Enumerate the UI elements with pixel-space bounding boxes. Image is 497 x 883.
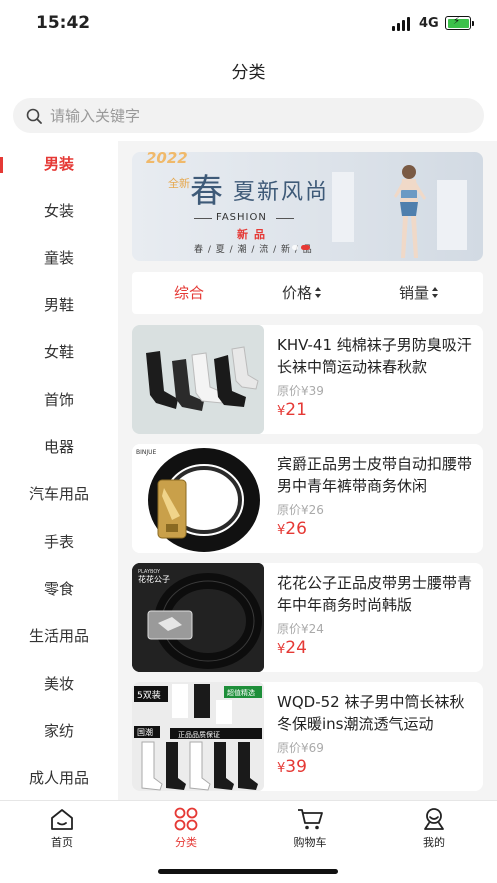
model-figure <box>394 165 426 258</box>
home-indicator <box>158 869 338 874</box>
tab-category[interactable]: 分类 <box>136 807 236 850</box>
product-price: ¥26 <box>277 519 307 539</box>
sidebar-item-beauty[interactable]: 美妆 <box>0 661 118 708</box>
product-image-socks-pack: 5双装 超值精选 国潮 正品品质保证 <box>132 682 264 791</box>
sidebar-item-kidswear[interactable]: 童装 <box>0 235 118 282</box>
product-title: 花花公子正品皮带男士腰带青年中年商务时尚韩版 <box>277 574 473 614</box>
sidebar-item-adult[interactable]: 成人用品 <box>0 755 118 802</box>
sidebar-item-womenswear[interactable]: 女装 <box>0 188 118 235</box>
cart-icon <box>298 809 323 830</box>
banner-new-label: 新品 <box>237 228 271 241</box>
belt-brand-text: 花花公子 <box>138 574 170 584</box>
sidebar-item-auto[interactable]: 汽车用品 <box>0 471 118 518</box>
banner-big-char: 春 <box>190 171 223 210</box>
sort-comprehensive[interactable]: 综合 <box>174 272 204 314</box>
sort-bar: 综合 价格 销量 <box>132 272 483 314</box>
product-price: ¥24 <box>277 638 307 658</box>
product-card[interactable]: PLAYBOY 花花公子 花花公子正品皮带男士腰带青年中年商务时尚韩版 原价¥2… <box>132 563 483 672</box>
product-title: WQD-52 袜子男中筒长袜秋冬保暖ins潮流透气运动 <box>277 693 465 733</box>
sort-price[interactable]: 价格 <box>282 272 322 314</box>
product-card[interactable]: 5双装 超值精选 国潮 正品品质保证 WQD-52 袜子男中筒长袜秋冬保暖ins… <box>132 682 483 791</box>
banner-small-text: 全新 <box>168 177 190 190</box>
sort-sales-label: 销量 <box>399 284 430 302</box>
sidebar-item-electronics[interactable]: 电器 <box>0 424 118 471</box>
product-title: KHV-41 纯棉袜子男防臭吸汗长袜中筒运动袜春秋款 <box>277 336 472 376</box>
product-original-price: 原价¥24 <box>277 622 324 636</box>
sidebar-item-watches[interactable]: 手表 <box>0 519 118 566</box>
signal-icon <box>392 17 412 31</box>
home-icon <box>51 809 73 830</box>
tab-cart-label: 购物车 <box>293 836 327 849</box>
product-card[interactable]: BINJUE 宾爵正品男士皮带自动扣腰带男中青年裤带商务休闲 原价¥26 ¥26 <box>132 444 483 553</box>
user-icon <box>424 808 444 830</box>
socks-count-text: 5双装 <box>137 689 161 701</box>
sort-arrows-icon <box>432 286 439 299</box>
category-icon <box>174 807 198 831</box>
product-image-socks <box>132 325 264 434</box>
socks-quality-text: 正品品质保证 <box>178 730 220 739</box>
search-bar[interactable] <box>13 98 484 133</box>
product-card[interactable]: KHV-41 纯棉袜子男防臭吸汗长袜中筒运动袜春秋款 原价¥39 ¥21 <box>132 325 483 434</box>
search-input[interactable] <box>50 98 470 133</box>
socks-tag-text: 国潮 <box>137 727 153 737</box>
product-image-belt-playboy: PLAYBOY 花花公子 <box>132 563 264 672</box>
product-title: 宾爵正品男士皮带自动扣腰带男中青年裤带商务休闲 <box>277 455 473 495</box>
network-label: 4G <box>419 16 439 31</box>
sidebar-item-snacks[interactable]: 零食 <box>0 566 118 613</box>
banner-year: 2022 <box>146 152 188 167</box>
search-icon <box>26 108 42 124</box>
promo-banner[interactable]: 2022 全新 春 夏新风尚 FASHION 新品 春 / 夏 / 潮 / 流 … <box>132 152 483 261</box>
page-title: 分类 <box>231 63 266 83</box>
belt-brand-text: BINJUE <box>136 449 157 456</box>
banner-fashion: FASHION <box>216 212 267 223</box>
status-time: 15:42 <box>36 13 91 33</box>
product-price: ¥39 <box>277 757 307 777</box>
status-bar: 15:42 4G ⚡ <box>0 0 497 48</box>
tab-profile[interactable]: 我的 <box>384 807 484 850</box>
product-original-price: 原价¥39 <box>277 384 324 398</box>
product-price: ¥21 <box>277 400 307 420</box>
sort-price-label: 价格 <box>282 284 313 302</box>
sort-arrows-icon <box>315 286 322 299</box>
product-original-price: 原价¥26 <box>277 503 324 517</box>
banner-headline: 夏新风尚 <box>233 180 330 205</box>
category-sidebar: 男装 女装 童装 男鞋 女鞋 首饰 电器 汽车用品 手表 零食 生活用品 美妆 … <box>0 141 118 800</box>
tab-home-label: 首页 <box>51 836 73 849</box>
sidebar-item-home-textile[interactable]: 家纺 <box>0 708 118 755</box>
tab-category-label: 分类 <box>175 836 197 849</box>
sort-comprehensive-label: 综合 <box>174 284 205 302</box>
product-original-price: 原价¥69 <box>277 741 324 755</box>
sidebar-item-menswear[interactable]: 男装 <box>0 141 118 188</box>
sort-sales[interactable]: 销量 <box>399 272 439 314</box>
tab-cart[interactable]: 购物车 <box>260 807 360 850</box>
sidebar-item-womens-shoes[interactable]: 女鞋 <box>0 329 118 376</box>
socks-promo-text: 超值精选 <box>227 688 255 697</box>
product-image-belt: BINJUE <box>132 444 264 553</box>
sidebar-item-daily[interactable]: 生活用品 <box>0 613 118 660</box>
product-content: 2022 全新 春 夏新风尚 FASHION 新品 春 / 夏 / 潮 / 流 … <box>118 141 497 800</box>
sidebar-item-mens-shoes[interactable]: 男鞋 <box>0 282 118 329</box>
tab-home[interactable]: 首页 <box>12 807 112 850</box>
sidebar-item-jewelry[interactable]: 首饰 <box>0 377 118 424</box>
battery-icon: ⚡ <box>445 16 474 30</box>
tab-profile-label: 我的 <box>423 836 445 849</box>
